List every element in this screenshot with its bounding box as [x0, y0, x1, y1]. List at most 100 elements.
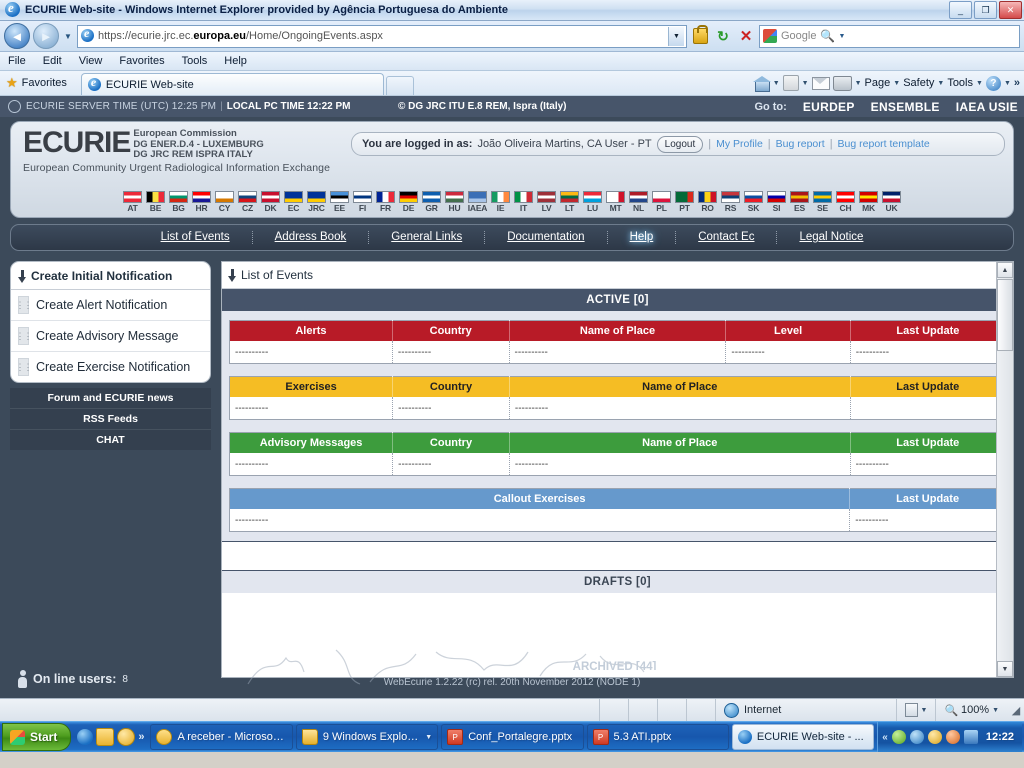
bug-report-link[interactable]: Bug report — [776, 138, 825, 150]
flag-item-ee[interactable]: EE — [329, 191, 350, 214]
bug-report-template-link[interactable]: Bug report template — [838, 138, 930, 150]
stop-icon[interactable]: ✕ — [736, 26, 756, 47]
resize-grip-icon[interactable]: ◢ — [1008, 704, 1024, 717]
flag-item-iaea[interactable]: IAEA — [467, 191, 488, 214]
flag-item-de[interactable]: DE — [398, 191, 419, 214]
quick-launch-folder-icon[interactable] — [96, 728, 115, 746]
back-button[interactable]: ◄ — [4, 23, 30, 49]
search-input[interactable]: Google 🔍 ▼ — [759, 24, 1020, 48]
taskbar-button-ecurie-web-site[interactable]: ECURIE Web-site - ... — [731, 724, 875, 750]
home-icon[interactable] — [752, 76, 771, 92]
goto-link-ensemble[interactable]: ENSEMBLE — [871, 100, 940, 114]
flag-item-ch[interactable]: CH — [835, 191, 856, 214]
security-lock-icon[interactable] — [690, 25, 710, 47]
page-menu-button[interactable]: Page — [865, 77, 891, 89]
taskbar-button-a-receber-microsoft[interactable]: A receber - Microsoft... — [150, 724, 293, 750]
flag-item-mk[interactable]: MK — [858, 191, 879, 214]
chevron-down-icon[interactable]: ▼ — [992, 707, 999, 714]
flag-item-nl[interactable]: NL — [628, 191, 649, 214]
flag-item-se[interactable]: SE — [812, 191, 833, 214]
url-input[interactable]: https://ecurie.jrc.ec.europa.eu/Home/Ong… — [77, 24, 687, 48]
flag-item-gr[interactable]: GR — [421, 191, 442, 214]
flag-item-fr[interactable]: FR — [375, 191, 396, 214]
search-go-icon[interactable]: 🔍 — [816, 29, 838, 43]
nav-item-legal-notice[interactable]: Legal Notice — [777, 231, 885, 244]
home-dropdown-icon[interactable]: ▼ — [773, 80, 780, 87]
flag-item-it[interactable]: IT — [513, 191, 534, 214]
flag-item-lu[interactable]: LU — [582, 191, 603, 214]
table-row[interactable]: ---------- ---------- ---------- ---------- — [229, 453, 1006, 476]
drag-handle-icon[interactable]: ⋮⋮ — [16, 358, 33, 376]
flag-item-pl[interactable]: PL — [651, 191, 672, 214]
tray-icon-4[interactable] — [945, 730, 960, 744]
new-tab-button[interactable] — [385, 76, 414, 95]
protected-mode-indicator[interactable]: ▼ — [897, 699, 936, 721]
flag-item-es[interactable]: ES — [789, 191, 810, 214]
column-header-name-of-place[interactable]: Name of Place — [509, 432, 851, 453]
scroll-thumb[interactable] — [997, 279, 1013, 351]
tools-menu-button[interactable]: Tools — [947, 77, 973, 89]
maximize-button[interactable]: ❐ — [974, 1, 997, 19]
taskbar-clock[interactable]: 12:22 — [982, 731, 1018, 743]
minimize-button[interactable]: _ — [949, 1, 972, 19]
tray-icon-5[interactable] — [963, 730, 978, 744]
taskbar-button-conf-portalegre-pptx[interactable]: P Conf_Portalegre.pptx — [441, 724, 584, 750]
flag-item-cy[interactable]: CY — [214, 191, 235, 214]
flag-item-dk[interactable]: DK — [260, 191, 281, 214]
column-header-last-update[interactable]: Last Update — [850, 320, 1006, 341]
search-provider-dropdown-icon[interactable]: ▼ — [838, 33, 848, 40]
mail-icon[interactable] — [811, 76, 830, 90]
drag-handle-icon[interactable]: ⋮⋮ — [16, 327, 33, 345]
sidebar-item-create-advisory-message[interactable]: ⋮⋮ Create Advisory Message — [11, 321, 210, 352]
column-header-advisory-messages[interactable]: Advisory Messages — [229, 432, 394, 453]
rss-dropdown-icon[interactable]: ▼ — [802, 80, 809, 87]
column-header-country[interactable]: Country — [392, 432, 510, 453]
menu-item-help[interactable]: Help — [224, 55, 247, 67]
sidebar-card-header[interactable]: Create Initial Notification — [11, 262, 210, 290]
sidebar-item-create-exercise-notification[interactable]: ⋮⋮ Create Exercise Notification — [11, 352, 210, 382]
start-button[interactable]: Start — [2, 723, 72, 751]
drag-handle-icon[interactable]: ⋮⋮ — [16, 296, 33, 314]
column-header-exercises[interactable]: Exercises — [229, 376, 394, 397]
favorites-star-icon[interactable]: ★ — [6, 75, 18, 91]
menu-item-tools[interactable]: Tools — [182, 55, 208, 67]
security-zone[interactable]: Internet — [716, 699, 897, 721]
nav-item-address-book[interactable]: Address Book — [253, 231, 370, 244]
chevron-down-icon[interactable]: ▼ — [425, 734, 432, 741]
flag-item-ie[interactable]: IE — [490, 191, 511, 214]
taskbar-button-5-3-ati-pptx[interactable]: P 5.3 ATI.pptx — [586, 724, 729, 750]
column-header-callout-exercises[interactable]: Callout Exercises — [229, 488, 851, 509]
taskbar-button-9-windows-explorer[interactable]: 9 Windows Explorer ▼ — [295, 724, 439, 750]
flag-item-lt[interactable]: LT — [559, 191, 580, 214]
column-header-country[interactable]: Country — [392, 376, 510, 397]
url-dropdown-icon[interactable]: ▼ — [668, 26, 684, 46]
nav-item-documentation[interactable]: Documentation — [485, 231, 608, 244]
sidebar-menu-rss-feeds[interactable]: RSS Feeds — [10, 409, 211, 430]
sidebar-item-create-alert-notification[interactable]: ⋮⋮ Create Alert Notification — [11, 290, 210, 321]
column-header-country[interactable]: Country — [392, 320, 510, 341]
table-row[interactable]: ---------- ---------- ---------- — [229, 397, 1006, 420]
nav-item-general-links[interactable]: General Links — [369, 231, 486, 244]
menu-item-edit[interactable]: Edit — [43, 55, 62, 67]
tab-ecurie-web-site[interactable]: ECURIE Web-site — [80, 73, 384, 95]
flag-item-cz[interactable]: CZ — [237, 191, 258, 214]
tray-icon-2[interactable] — [909, 730, 924, 744]
flag-item-be[interactable]: BE — [145, 191, 166, 214]
nav-item-list-of-events[interactable]: List of Events — [139, 231, 253, 244]
my-profile-link[interactable]: My Profile — [716, 138, 763, 150]
goto-link-eurdep[interactable]: EURDEP — [803, 100, 855, 114]
flag-item-hr[interactable]: HR — [191, 191, 212, 214]
flag-item-ro[interactable]: RO — [697, 191, 718, 214]
column-header-name-of-place[interactable]: Name of Place — [509, 320, 727, 341]
column-header-last-update[interactable]: Last Update — [850, 376, 1006, 397]
tray-icon-1[interactable] — [891, 730, 906, 744]
flag-item-pt[interactable]: PT — [674, 191, 695, 214]
quick-launch-overflow-icon[interactable]: » — [138, 731, 144, 743]
tools-dropdown-icon[interactable]: ▼ — [976, 80, 983, 87]
flag-item-uk[interactable]: UK — [881, 191, 902, 214]
print-icon[interactable] — [832, 75, 852, 91]
scroll-up-button[interactable]: ▲ — [997, 262, 1013, 278]
tray-expand-icon[interactable]: « — [882, 732, 888, 743]
flag-item-bg[interactable]: BG — [168, 191, 189, 214]
flag-item-fi[interactable]: FI — [352, 191, 373, 214]
